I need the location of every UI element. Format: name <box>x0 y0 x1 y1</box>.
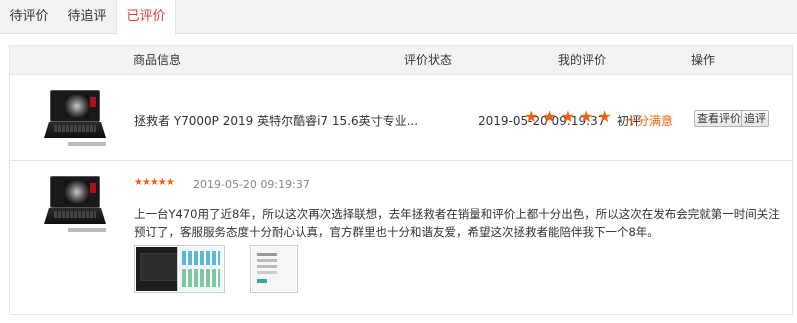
star-icon: ★ <box>597 107 612 126</box>
header-product-info: 商品信息 <box>133 53 182 67</box>
star-icon: ★ <box>165 177 175 188</box>
tab-pending-review[interactable]: 待评价 <box>0 0 58 34</box>
tab-pending-follow-up[interactable]: 待追评 <box>58 0 116 34</box>
review-photo-laptop[interactable] <box>134 245 182 293</box>
header-review-status: 评价状态 <box>404 53 453 67</box>
review-stars: ★★★★★ <box>134 177 175 188</box>
table-row: 拯救者 Y7000P 2019 英特尔酷睿i7 15.6英寸专业... 2019… <box>10 76 792 161</box>
star-icon: ★ <box>157 177 167 188</box>
review-text: 上一台Y470用了近8年，所以这次再次选择联想，去年拯救者在销量和评价上都十分出… <box>134 207 780 239</box>
product-thumbnail[interactable] <box>42 86 108 152</box>
star-icon: ★ <box>141 177 151 188</box>
header-my-review: 我的评价 <box>558 53 607 67</box>
table-header: 商品信息 评价状态 我的评价 操作 <box>10 46 792 75</box>
star-icon: ★ <box>542 107 557 126</box>
review-photo-screenshot[interactable] <box>177 245 225 293</box>
view-review-button[interactable]: 查看评价 <box>694 110 744 127</box>
product-thumbnail[interactable] <box>42 172 108 238</box>
star-icon: ★ <box>560 107 576 126</box>
header-actions: 操作 <box>691 53 716 67</box>
follow-up-review-button[interactable]: 追评 <box>741 110 769 127</box>
review-detail-row: ★★★★★ 2019-05-20 09:19:37 上一台Y470用了近8年，所… <box>10 162 792 314</box>
product-name-link[interactable]: 拯救者 Y7000P 2019 英特尔酷睿i7 15.6英寸专业... <box>134 112 418 129</box>
review-tabs: 待评价 待追评 已评价 <box>0 0 797 35</box>
review-photo-document[interactable] <box>250 245 298 293</box>
star-icon: ★ <box>149 177 159 188</box>
star-icon: ★ <box>579 107 594 126</box>
reviews-table: 商品信息 评价状态 我的评价 操作 拯救者 Y7000P 2019 英特尔酷睿i… <box>9 45 793 315</box>
rating-stars: ★ ★ ★ ★ ★ <box>524 109 616 125</box>
review-time: 2019-05-20 09:19:37 <box>193 178 310 191</box>
tab-reviewed[interactable]: 已评价 <box>116 0 176 35</box>
satisfaction-label: 十分满意 <box>625 114 674 128</box>
star-icon: ★ <box>134 177 143 188</box>
star-icon: ★ <box>524 107 539 126</box>
